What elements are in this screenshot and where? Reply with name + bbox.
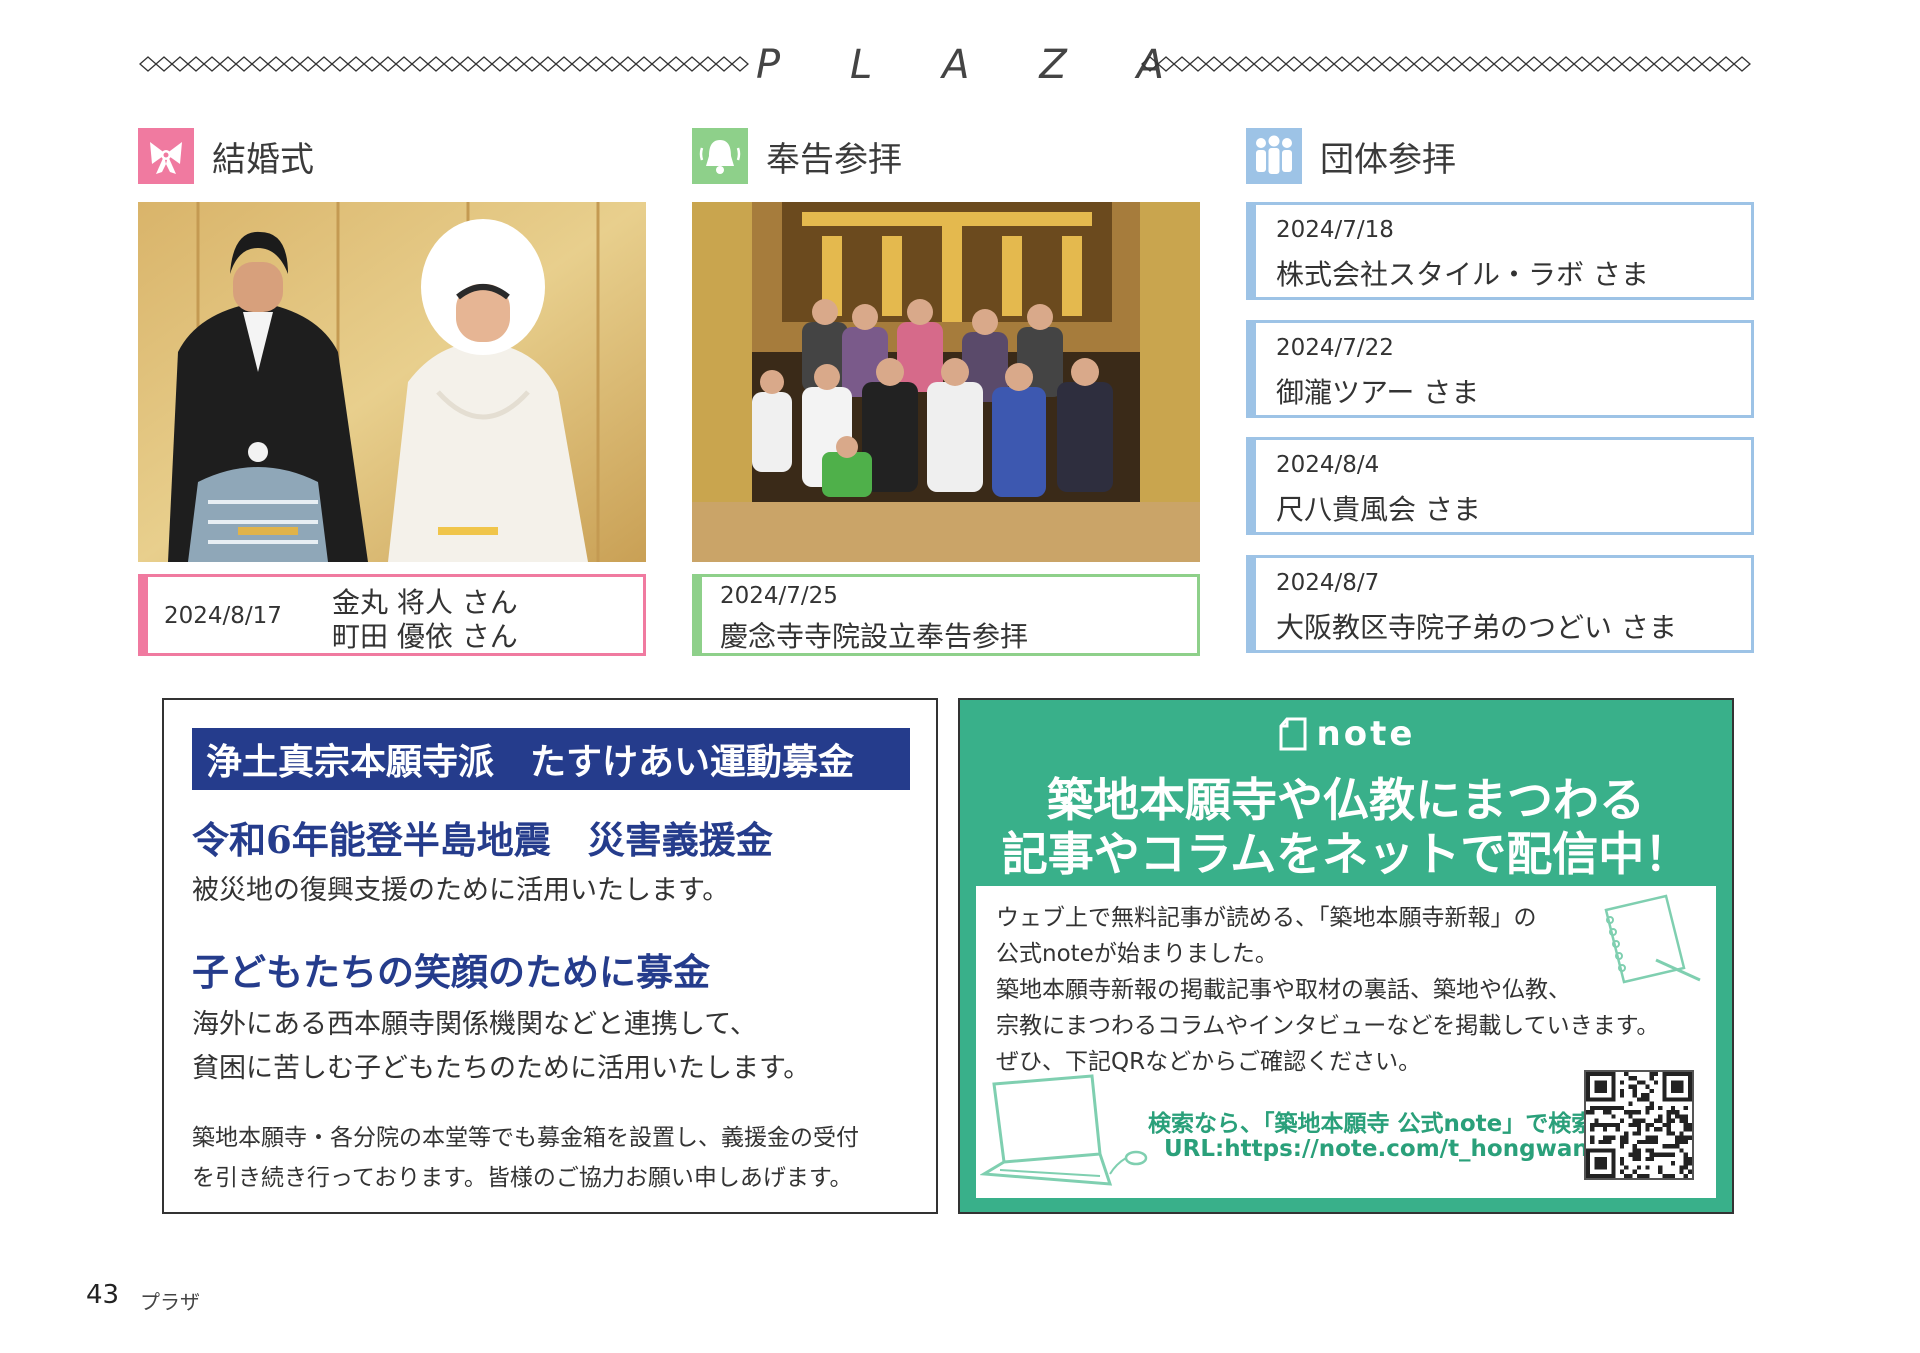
note-text: ウェブ上で無料記事が読める、「築地本願寺新報」の [996,905,1537,931]
section-header-group: 団体参拝 [1246,128,1456,184]
bell-icon [692,128,748,184]
page-label: プラザ [140,1290,200,1314]
plaza-title: P L A Z A [756,40,1164,90]
report-date: 2024/7/25 [720,583,838,609]
note-url-link[interactable]: URL:https://note.com/t_hongwanji [1164,1136,1604,1162]
wedding-date: 2024/8/17 [164,603,282,629]
section-header-wedding: 結婚式 [138,128,314,184]
donation-banner: 浄土真宗本願寺派 たすけあい運動募金 [192,728,910,790]
note-text: 築地本願寺新報の掲載記事や取材の裏話、築地や仏教、 [996,977,1571,1003]
group-visit-item: 2024/7/18 株式会社スタイル・ラボ さま [1246,202,1754,300]
wedding-caption: 2024/8/17 金丸 将人 さん 町田 優依 さん [138,574,646,656]
note-search-text: 検索なら、「築地本願寺 公式note」で検索！ [1148,1111,1618,1137]
report-caption: 2024/7/25 慶念寺寺院設立奉告参拝 [692,574,1200,656]
report-photo [692,202,1200,562]
note-headline: 記事やコラムをネットで配信中！ [1001,827,1691,881]
people-icon [1246,128,1302,184]
note-logo-icon [1279,717,1307,751]
header-diamond-border-left [139,56,749,72]
group-visit-name: 株式会社スタイル・ラボ さま [1276,258,1649,291]
plaza-letter: Z [1039,42,1067,88]
plaza-letter: A [942,42,970,88]
wedding-photo [138,202,646,562]
plaza-letter: L [849,42,873,88]
plaza-letter: P [756,42,781,88]
note-text: 公式noteが始まりました。 [996,941,1278,967]
group-visit-name: 尺八貴風会 さま [1276,493,1481,526]
donation-note: 築地本願寺・各分院の本堂等でも募金箱を設置し、義援金の受付 [192,1125,859,1151]
note-text: ぜひ、下記QRなどからご確認ください。 [996,1049,1422,1075]
section-title: 奉告参拝 [766,139,902,180]
donation-text: 被災地の復興支援のために活用いたします。 [192,875,730,906]
section-header-report: 奉告参拝 [692,128,902,184]
ribbon-icon [138,128,194,184]
header-diamond-border-right [1141,56,1751,72]
donation-note: を引き続き行っております。皆様のご協力お願い申しあげます。 [192,1165,853,1191]
donation-heading: 子どもたちの笑顔のために募金 [192,950,710,994]
note-logo: note [960,714,1732,754]
note-box: note 築地本願寺や仏教にまつわる 記事やコラムをネットで配信中！ ウェブ上で… [958,698,1734,1214]
qr-code[interactable] [1584,1070,1694,1180]
donation-box: 浄土真宗本願寺派 たすけあい運動募金 令和6年能登半島地震 災害義援金 被災地の… [162,698,938,1214]
group-visit-name: 御瀧ツアー さま [1276,376,1480,409]
group-visit-item: 2024/8/7 大阪教区寺院子弟のつどい さま [1246,555,1754,653]
group-visit-date: 2024/7/22 [1276,335,1394,361]
note-text: 宗教にまつわるコラムやインタビューなどを掲載していきます。 [996,1013,1660,1039]
laptop-mouse-icon [980,1074,1148,1186]
group-visit-date: 2024/7/18 [1276,217,1394,243]
notebook-pen-icon [1604,894,1701,984]
group-visit-item: 2024/7/22 御瀧ツアー さま [1246,320,1754,418]
group-visit-name: 大阪教区寺院子弟のつどい さま [1276,611,1677,644]
donation-text: 貧困に苦しむ子どもたちのために活用いたします。 [192,1053,811,1084]
group-visit-item: 2024/8/4 尺八貴風会 さま [1246,437,1754,535]
page-number: 43 [86,1280,120,1310]
group-visit-date: 2024/8/7 [1276,570,1380,596]
report-name: 慶念寺寺院設立奉告参拝 [720,620,1029,653]
donation-heading: 令和6年能登半島地震 災害義援金 [192,818,773,862]
section-title: 結婚式 [212,139,314,180]
note-content: ウェブ上で無料記事が読める、「築地本願寺新報」の 公式noteが始まりました。 … [976,886,1716,1198]
note-logo-text: note [1316,714,1416,754]
wedding-name: 町田 優依 さん [332,620,518,653]
section-title: 団体参拝 [1320,139,1456,180]
group-visit-date: 2024/8/4 [1276,452,1380,478]
donation-text: 海外にある西本願寺関係機関などと連携して、 [192,1009,757,1040]
